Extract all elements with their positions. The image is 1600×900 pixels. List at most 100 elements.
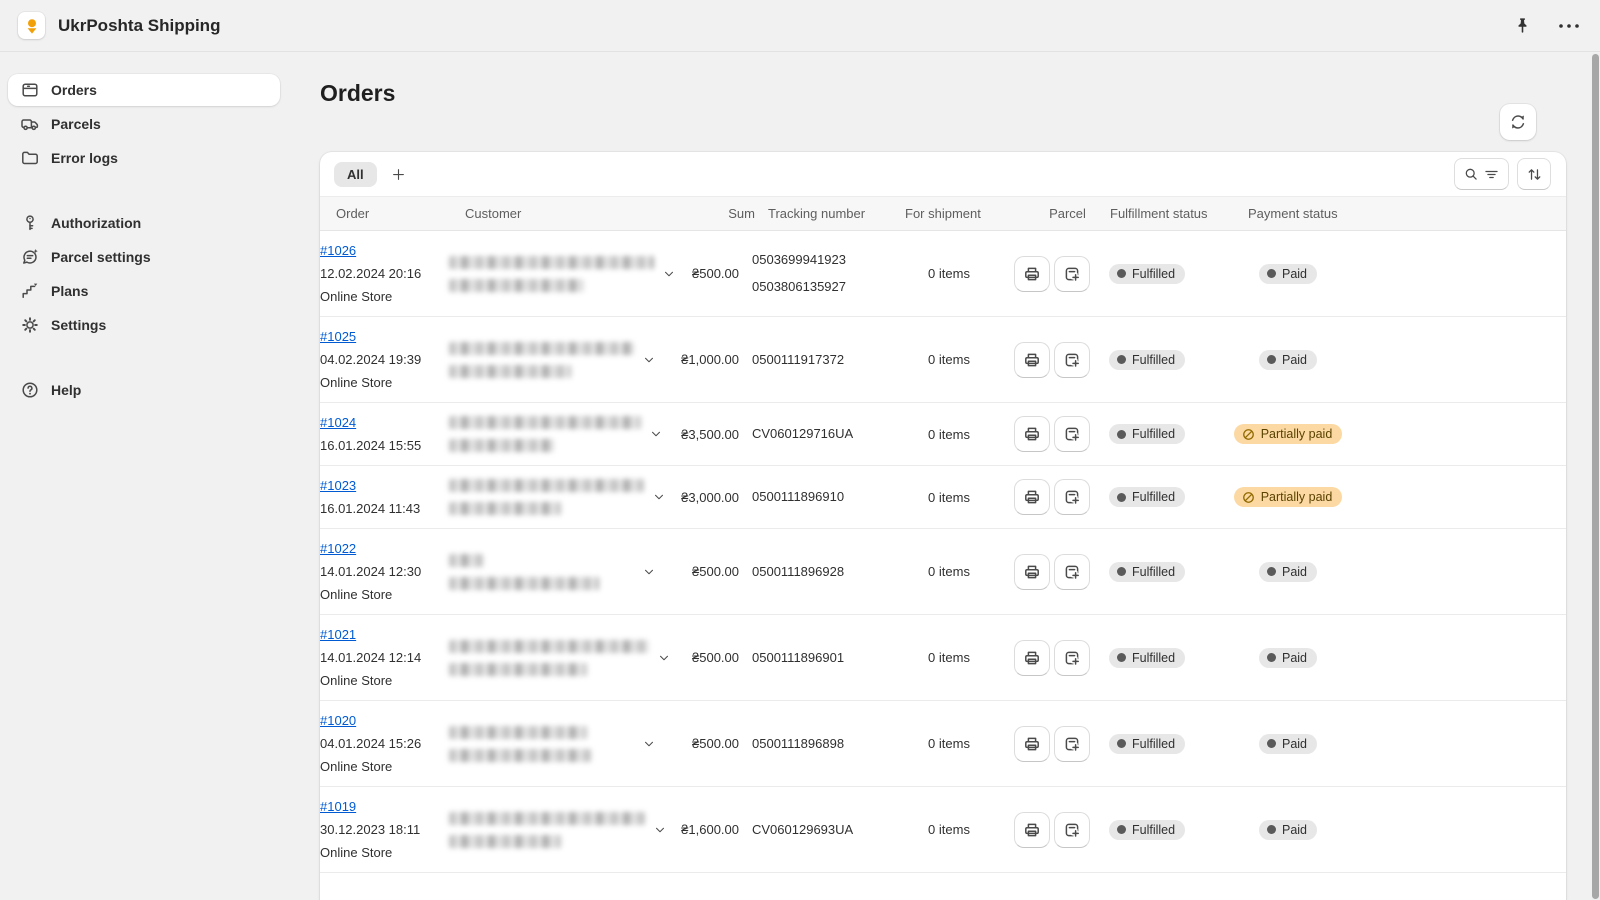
create-parcel-button[interactable] xyxy=(1054,416,1090,452)
print-label-button[interactable] xyxy=(1014,479,1050,515)
customer-blur-line xyxy=(449,439,554,452)
payment-label: Paid xyxy=(1282,565,1307,579)
paid-status-dot xyxy=(1267,825,1276,834)
plus-icon xyxy=(391,167,406,182)
fulfillment-cell: Fulfilled xyxy=(1094,734,1232,754)
ellipsis-icon xyxy=(1558,23,1580,29)
create-parcel-button[interactable] xyxy=(1054,479,1090,515)
order-link[interactable]: #1024 xyxy=(320,415,356,430)
fulfillment-cell: Fulfilled xyxy=(1094,350,1232,370)
expand-customer-button[interactable] xyxy=(640,563,658,581)
sum-cell: ₴1,000.00 xyxy=(664,352,739,367)
fulfillment-badge: Fulfilled xyxy=(1109,734,1185,754)
print-label-button[interactable] xyxy=(1014,342,1050,378)
fulfillment-cell: Fulfilled xyxy=(1094,487,1232,507)
payment-badge: Partially paid xyxy=(1234,487,1343,507)
customer-blur-line xyxy=(449,279,584,292)
print-label-button[interactable] xyxy=(1014,554,1050,590)
order-cell: #1026 12.02.2024 20:16 Online Store xyxy=(320,239,449,308)
expand-customer-button[interactable] xyxy=(647,425,665,443)
fulfillment-label: Fulfilled xyxy=(1132,565,1175,579)
column-header-parcel: Parcel xyxy=(1025,206,1110,221)
paid-status-dot xyxy=(1267,739,1276,748)
more-menu-button[interactable] xyxy=(1556,21,1582,31)
customer-name-redacted xyxy=(449,256,654,292)
fulfilled-status-dot xyxy=(1117,269,1126,278)
partially-paid-icon xyxy=(1242,491,1255,504)
sort-button[interactable] xyxy=(1517,158,1551,190)
create-parcel-button[interactable] xyxy=(1054,554,1090,590)
print-label-button[interactable] xyxy=(1014,256,1050,292)
order-link[interactable]: #1023 xyxy=(320,478,356,493)
customer-name-redacted xyxy=(449,479,644,515)
parcel-cell xyxy=(1009,812,1094,848)
sidebar-item-parcel-settings[interactable]: Parcel settings xyxy=(8,241,280,273)
sidebar-item-help[interactable]: Help xyxy=(8,374,280,406)
sidebar-item-authorization[interactable]: Authorization xyxy=(8,207,280,239)
add-view-button[interactable] xyxy=(391,167,406,182)
search-and-filter-button[interactable] xyxy=(1454,158,1509,190)
printer-icon xyxy=(1022,734,1042,754)
app-title: UkrPoshta Shipping xyxy=(58,16,220,36)
fulfillment-badge: Fulfilled xyxy=(1109,350,1185,370)
refresh-button[interactable] xyxy=(1500,104,1536,140)
customer-cell xyxy=(449,640,664,676)
order-link[interactable]: #1022 xyxy=(320,541,356,556)
order-channel: Online Store xyxy=(320,583,449,606)
tracking-number: 0500111896928 xyxy=(752,564,889,580)
tab-all[interactable]: All xyxy=(334,162,377,187)
order-link[interactable]: #1020 xyxy=(320,713,356,728)
payment-cell: Paid xyxy=(1232,734,1344,754)
order-link[interactable]: #1026 xyxy=(320,243,356,258)
customer-blur-line xyxy=(449,726,587,739)
customer-blur-line xyxy=(449,749,591,762)
sidebar-item-label: Settings xyxy=(51,317,106,333)
pushpin-icon xyxy=(1513,16,1532,35)
create-parcel-button[interactable] xyxy=(1054,342,1090,378)
order-cell: #1024 16.01.2024 15:55 xyxy=(320,411,449,457)
scrollbar-thumb[interactable] xyxy=(1592,54,1599,899)
print-label-button[interactable] xyxy=(1014,812,1050,848)
customer-blur-line xyxy=(449,577,599,590)
print-label-button[interactable] xyxy=(1014,726,1050,762)
payment-badge: Paid xyxy=(1259,820,1317,840)
create-parcel-button[interactable] xyxy=(1054,640,1090,676)
sort-icon xyxy=(1526,166,1543,183)
order-link[interactable]: #1021 xyxy=(320,627,356,642)
sidebar-item-label: Error logs xyxy=(51,150,118,166)
sidebar-item-label: Help xyxy=(51,382,81,398)
payment-cell: Partially paid xyxy=(1232,487,1344,507)
order-link[interactable]: #1019 xyxy=(320,799,356,814)
partially-paid-icon xyxy=(1242,428,1255,441)
order-link[interactable]: #1025 xyxy=(320,329,356,344)
tracking-number: 0500111896898 xyxy=(752,736,889,752)
expand-customer-button[interactable] xyxy=(640,735,658,753)
customer-cell xyxy=(449,342,664,378)
chevron-down-icon xyxy=(642,737,656,751)
fulfillment-label: Fulfilled xyxy=(1132,490,1175,504)
order-channel: Online Store xyxy=(320,841,449,864)
sidebar-item-plans[interactable]: Plans xyxy=(8,275,280,307)
document-plus-icon xyxy=(1062,562,1082,582)
sidebar-item-settings[interactable]: Settings xyxy=(8,309,280,341)
order-row: #1022 14.01.2024 12:30 Online Store ₴500… xyxy=(320,529,1566,615)
tracking-cell: 0500111896901 xyxy=(739,650,889,666)
expand-customer-button[interactable] xyxy=(640,351,658,369)
customer-blur-line xyxy=(449,502,561,515)
orders-box-icon xyxy=(20,80,40,100)
pin-app-button[interactable] xyxy=(1511,14,1534,37)
chat-settings-icon xyxy=(20,247,40,267)
create-parcel-button[interactable] xyxy=(1054,256,1090,292)
sidebar-item-parcels[interactable]: Parcels xyxy=(8,108,280,140)
print-label-button[interactable] xyxy=(1014,640,1050,676)
create-parcel-button[interactable] xyxy=(1054,726,1090,762)
order-date: 04.01.2024 15:26 xyxy=(320,732,449,755)
sidebar-item-error-logs[interactable]: Error logs xyxy=(8,142,280,174)
sidebar-item-orders[interactable]: Orders xyxy=(8,74,280,106)
print-label-button[interactable] xyxy=(1014,416,1050,452)
page-scrollbar[interactable] xyxy=(1592,53,1600,900)
stairs-icon xyxy=(20,281,40,301)
create-parcel-button[interactable] xyxy=(1054,812,1090,848)
document-plus-icon xyxy=(1062,648,1082,668)
fulfillment-badge: Fulfilled xyxy=(1109,264,1185,284)
